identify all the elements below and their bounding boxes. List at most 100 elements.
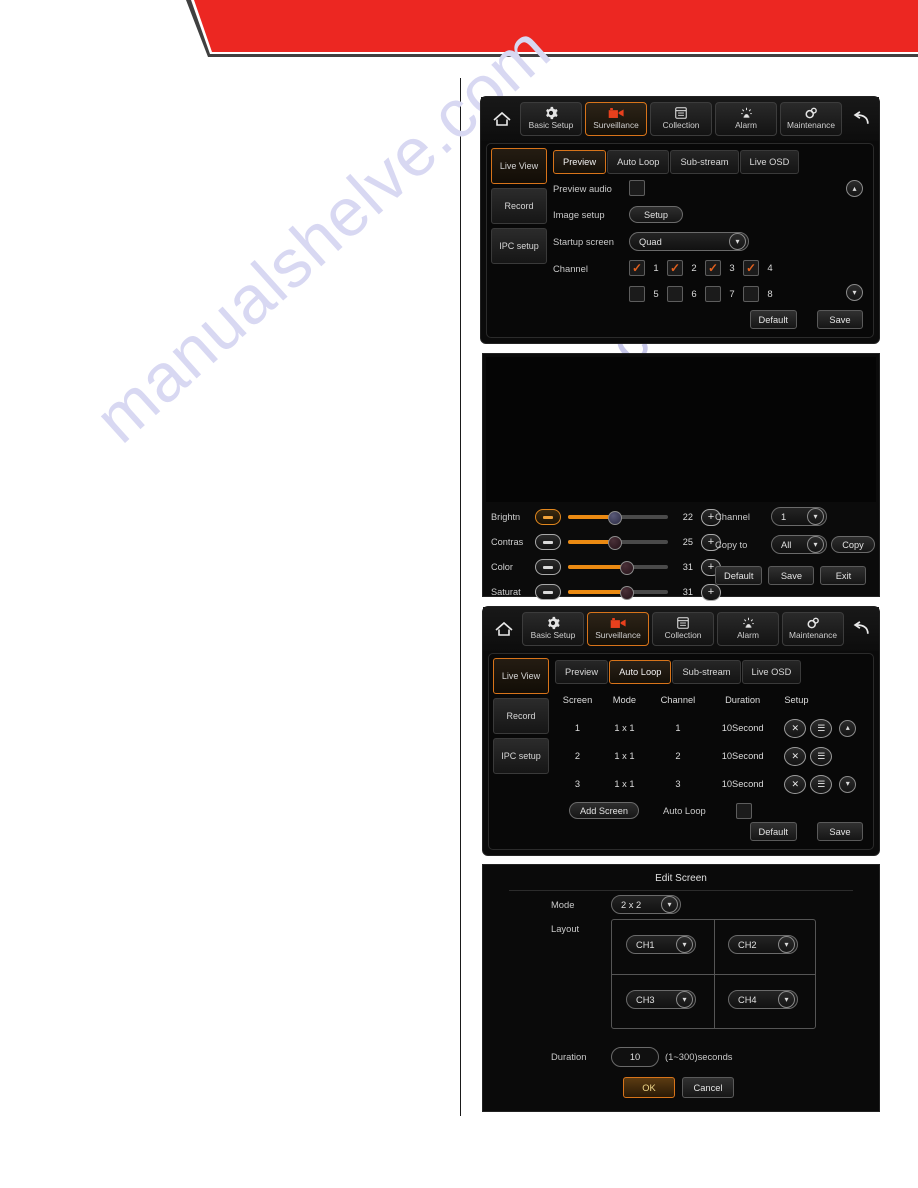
channel-checkbox-4[interactable] — [743, 260, 759, 276]
tab-preview[interactable]: Preview — [553, 150, 607, 174]
autoloop-default-button[interactable]: Default — [749, 822, 797, 841]
layout-cell-1-select[interactable]: CH1 ▾ — [626, 935, 696, 954]
channel-checkbox-6[interactable] — [667, 286, 683, 302]
slider-label-brightness: Brightn — [491, 512, 521, 522]
toolbar-item-alarm[interactable]: Alarm — [715, 102, 777, 136]
channel-checkbox-7[interactable] — [705, 286, 721, 302]
toolbar-item-collection[interactable]: Collection — [650, 102, 712, 136]
list-edit-icon[interactable]: ☰ — [810, 746, 833, 766]
auto-loop-checkbox[interactable] — [735, 802, 752, 819]
sidebar-item-live-view[interactable]: Live View — [493, 658, 549, 694]
sidebar-item-ipc-setup[interactable]: IPC setup — [491, 228, 547, 264]
brightness-slider[interactable] — [568, 511, 668, 525]
toolbar-item-surveillance[interactable]: Surveillance — [587, 612, 649, 646]
back-arrow-icon[interactable] — [850, 618, 872, 640]
home-icon[interactable] — [489, 612, 519, 646]
tab-live-osd[interactable]: Live OSD — [739, 150, 800, 174]
copy-to-value: All — [781, 539, 792, 550]
scroll-up-icon[interactable]: ▴ — [846, 180, 863, 197]
layout-cell-2-select[interactable]: CH2 ▾ — [728, 935, 798, 954]
tab-live-osd[interactable]: Live OSD — [741, 660, 802, 684]
minus-icon[interactable] — [535, 559, 561, 575]
tab-sub-stream[interactable]: Sub-stream — [672, 660, 741, 684]
mode-select[interactable]: 2 x 2 ▾ — [611, 895, 681, 914]
scroll-down-icon[interactable]: ▾ — [846, 284, 863, 301]
sidebar-item-ipc-setup[interactable]: IPC setup — [493, 738, 549, 774]
toolbar-item-maintenance[interactable]: Maintenance — [780, 102, 842, 136]
close-x-icon[interactable]: ✕ — [784, 718, 807, 738]
layout-label: Layout — [551, 923, 580, 934]
image-setup-button[interactable]: Setup — [629, 206, 683, 223]
toolbar-item-surveillance[interactable]: Surveillance — [585, 102, 647, 136]
siren-icon — [739, 105, 754, 120]
toolbar-item-basic-setup[interactable]: Basic Setup — [522, 612, 584, 646]
preview-audio-checkbox[interactable] — [629, 180, 645, 196]
minus-icon[interactable] — [535, 509, 561, 525]
startup-screen-value: Quad — [639, 236, 662, 247]
cancel-button[interactable]: Cancel — [682, 1077, 734, 1098]
back-arrow-icon[interactable] — [850, 108, 872, 130]
image-exit-button[interactable]: Exit — [820, 566, 867, 585]
auto-loop-label: Auto Loop — [663, 805, 706, 816]
tab-sub-stream[interactable]: Sub-stream — [670, 150, 739, 174]
sidebar-label: Live View — [499, 161, 539, 171]
layout-cell-2-value: CH2 — [738, 939, 757, 950]
video-preview-area — [486, 357, 876, 502]
layout-cell-3-select[interactable]: CH3 ▾ — [626, 990, 696, 1009]
color-slider[interactable] — [568, 561, 668, 575]
sidebar-item-record[interactable]: Record — [493, 698, 549, 734]
default-button[interactable]: Default — [749, 310, 797, 329]
list-edit-icon[interactable]: ☰ — [810, 718, 833, 738]
close-x-icon[interactable]: ✕ — [784, 746, 807, 766]
tab-auto-loop[interactable]: Auto Loop — [609, 660, 672, 684]
channel-checkbox-8[interactable] — [743, 286, 759, 302]
toolbar-item-basic-setup[interactable]: Basic Setup — [520, 102, 582, 136]
image-channel-select[interactable]: 1 ▾ — [771, 507, 827, 526]
tab-auto-loop[interactable]: Auto Loop — [607, 150, 670, 174]
plus-icon[interactable]: + — [701, 583, 721, 601]
sidebar-item-record[interactable]: Record — [491, 188, 547, 224]
scroll-down-icon[interactable]: ▾ — [839, 775, 857, 793]
toolbar-item-collection[interactable]: Collection — [652, 612, 714, 646]
title-divider — [509, 890, 853, 891]
chevron-down-icon: ▾ — [676, 936, 693, 953]
contrast-slider[interactable] — [568, 536, 668, 550]
sidebar-label: IPC setup — [501, 751, 541, 761]
channel-number-7: 7 — [729, 288, 735, 300]
sidebar-item-live-view[interactable]: Live View — [491, 148, 547, 184]
minus-icon[interactable] — [535, 534, 561, 550]
copy-button[interactable]: Copy — [831, 536, 875, 553]
tab-label: Live OSD — [749, 157, 790, 167]
startup-screen-select[interactable]: Quad ▾ — [629, 232, 749, 251]
channel-checkbox-1[interactable] — [629, 260, 645, 276]
image-save-button[interactable]: Save — [768, 566, 815, 585]
toolbar-label: Alarm — [737, 630, 759, 640]
toolbar-item-alarm[interactable]: Alarm — [717, 612, 779, 646]
list-edit-icon[interactable]: ☰ — [810, 774, 833, 794]
toolbar-item-maintenance[interactable]: Maintenance — [782, 612, 844, 646]
layout-cell-4-select[interactable]: CH4 ▾ — [728, 990, 798, 1009]
close-x-icon[interactable]: ✕ — [784, 774, 807, 794]
save-button[interactable]: Save — [817, 310, 863, 329]
mode-label: Mode — [551, 899, 575, 910]
channel-checkbox-5[interactable] — [629, 286, 645, 302]
cell-screen: 1 — [574, 723, 581, 733]
minus-icon[interactable] — [535, 584, 561, 600]
tab-label: Sub-stream — [682, 667, 731, 677]
add-screen-button[interactable]: Add Screen — [569, 802, 640, 819]
main-toolbar: Basic Setup Surveillance Collection Alar… — [481, 97, 879, 141]
tab-preview[interactable]: Preview — [555, 660, 609, 684]
channel-label: Channel — [553, 262, 588, 274]
side-menu: Live View Record IPC setup — [493, 658, 549, 778]
autoloop-save-button[interactable]: Save — [817, 822, 863, 841]
ok-button[interactable]: OK — [623, 1077, 675, 1098]
saturation-slider[interactable] — [568, 586, 668, 600]
image-default-button[interactable]: Default — [715, 566, 763, 585]
scroll-up-icon[interactable]: ▴ — [839, 719, 857, 737]
home-icon[interactable] — [487, 102, 517, 136]
copy-to-select[interactable]: All ▾ — [771, 535, 827, 554]
channel-checkbox-3[interactable] — [705, 260, 721, 276]
tab-label: Auto Loop — [617, 157, 660, 167]
duration-input[interactable]: 10 — [611, 1047, 659, 1067]
channel-checkbox-2[interactable] — [667, 260, 683, 276]
